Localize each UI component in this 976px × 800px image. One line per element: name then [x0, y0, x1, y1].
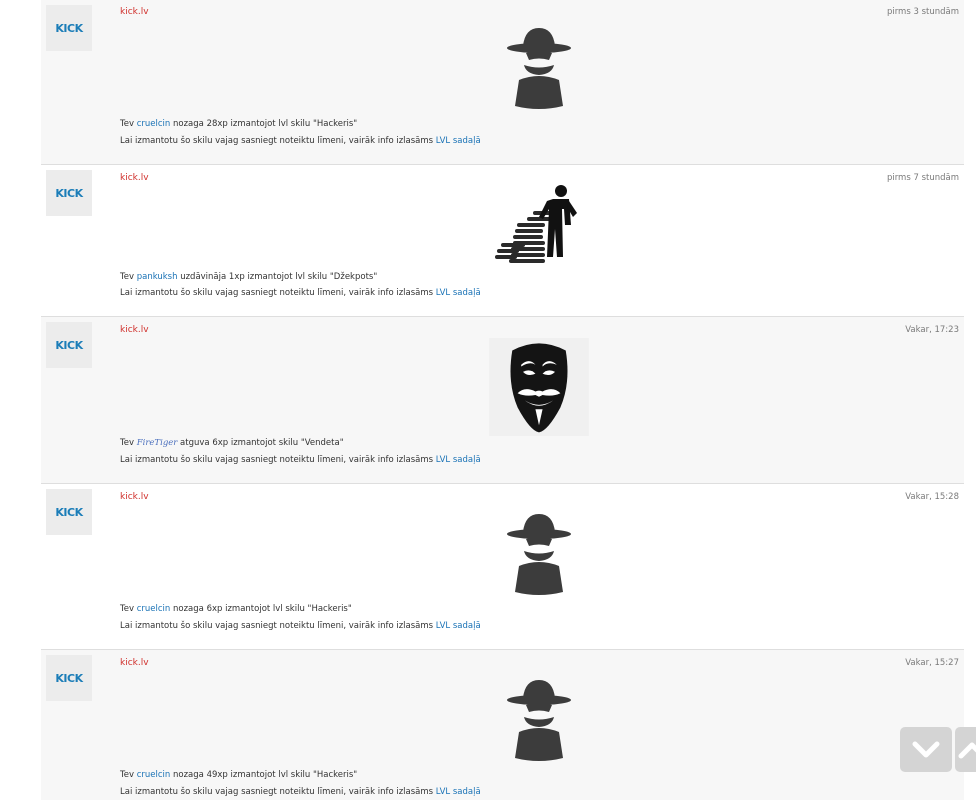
message-prefix: Tev [120, 272, 137, 282]
message-text: atguva 6xp izmantojot skilu "Vendeta" [177, 438, 344, 448]
user-link[interactable]: cruelcin [137, 604, 171, 614]
user-link[interactable]: cruelcin [137, 770, 171, 780]
site-link[interactable]: kick.lv [120, 658, 149, 668]
info-text: Lai izmantotu šo skilu vajag sasniegt no… [120, 136, 436, 146]
notification-item: KICK kick.lv Vakar, 15:28 Tev cruelcin n… [41, 484, 964, 650]
avatar-label: KICK [55, 338, 83, 352]
timestamp: Vakar, 17:23 [905, 325, 959, 335]
hacker-icon [507, 28, 571, 109]
avatar-label: KICK [55, 21, 83, 35]
skill-info: Lai izmantotu šo skilu vajag sasniegt no… [120, 621, 481, 631]
skill-info: Lai izmantotu šo skilu vajag sasniegt no… [120, 288, 481, 298]
chevron-down-icon [912, 741, 940, 757]
hacker-icon [507, 514, 571, 595]
jackpot-icon [495, 185, 577, 263]
message-prefix: Tev [120, 119, 137, 129]
notification-item: KICK kick.lv pirms 3 stundām Tev cruelci… [41, 0, 964, 165]
timestamp: Vakar, 15:27 [905, 658, 959, 668]
site-link[interactable]: kick.lv [120, 173, 149, 183]
notification-message: Tev cruelcin nozaga 49xp izmantojot lvl … [120, 770, 357, 780]
user-link[interactable]: cruelcin [137, 119, 171, 129]
avatar[interactable]: KICK [46, 5, 92, 51]
message-prefix: Tev [120, 604, 137, 614]
user-link[interactable]: FireTiger [137, 438, 178, 448]
notification-message: Tev cruelcin nozaga 28xp izmantojot lvl … [120, 119, 357, 129]
avatar-label: KICK [55, 505, 83, 519]
skill-info: Lai izmantotu šo skilu vajag sasniegt no… [120, 136, 481, 146]
notification-message: Tev cruelcin nozaga 6xp izmantojot lvl s… [120, 604, 352, 614]
lvl-section-link[interactable]: LVL sadaļā [436, 455, 481, 465]
message-text: uzdāvināja 1xp izmantojot lvl skilu "Dže… [177, 272, 378, 282]
message-text: nozaga 28xp izmantojot lvl skilu "Hacker… [170, 119, 358, 129]
vendetta-mask-icon [489, 338, 589, 436]
chevron-up-icon [958, 742, 976, 758]
info-text: Lai izmantotu šo skilu vajag sasniegt no… [120, 787, 436, 797]
lvl-section-link[interactable]: LVL sadaļā [436, 288, 481, 298]
avatar-label: KICK [55, 186, 83, 200]
notification-message: Tev pankuksh uzdāvināja 1xp izmantojot l… [120, 272, 377, 282]
avatar-label: KICK [55, 671, 83, 685]
avatar[interactable]: KICK [46, 170, 92, 216]
timestamp: Vakar, 15:28 [905, 492, 959, 502]
timestamp: pirms 3 stundām [886, 7, 959, 17]
message-text: nozaga 6xp izmantojot lvl skilu "Hackeri… [170, 604, 352, 614]
notification-item: KICK kick.lv Vakar, 17:23 Tev FireTiger … [41, 317, 964, 484]
scroll-up-button[interactable] [955, 727, 976, 772]
skill-info: Lai izmantotu šo skilu vajag sasniegt no… [120, 455, 481, 465]
lvl-section-link[interactable]: LVL sadaļā [436, 136, 481, 146]
notification-item: KICK kick.lv Vakar, 15:27 Tev cruelcin n… [41, 650, 964, 800]
message-prefix: Tev [120, 438, 137, 448]
info-text: Lai izmantotu šo skilu vajag sasniegt no… [120, 621, 436, 631]
timestamp: pirms 7 stundām [886, 173, 959, 183]
notification-item: KICK kick.lv pirms 7 stundām Tev pankuks… [41, 165, 964, 317]
site-link[interactable]: kick.lv [120, 7, 149, 17]
notification-message: Tev FireTiger atguva 6xp izmantojot skil… [120, 438, 344, 448]
message-prefix: Tev [120, 770, 137, 780]
notification-feed: KICK kick.lv pirms 3 stundām Tev cruelci… [41, 0, 964, 800]
skill-info: Lai izmantotu šo skilu vajag sasniegt no… [120, 787, 481, 797]
hacker-icon [507, 680, 571, 761]
avatar[interactable]: KICK [46, 655, 92, 701]
lvl-section-link[interactable]: LVL sadaļā [436, 787, 481, 797]
lvl-section-link[interactable]: LVL sadaļā [436, 621, 481, 631]
site-link[interactable]: kick.lv [120, 492, 149, 502]
scroll-down-button[interactable] [900, 727, 952, 772]
site-link[interactable]: kick.lv [120, 325, 149, 335]
avatar[interactable]: KICK [46, 322, 92, 368]
avatar[interactable]: KICK [46, 489, 92, 535]
info-text: Lai izmantotu šo skilu vajag sasniegt no… [120, 455, 436, 465]
user-link[interactable]: pankuksh [137, 272, 178, 282]
info-text: Lai izmantotu šo skilu vajag sasniegt no… [120, 288, 436, 298]
message-text: nozaga 49xp izmantojot lvl skilu "Hacker… [170, 770, 358, 780]
